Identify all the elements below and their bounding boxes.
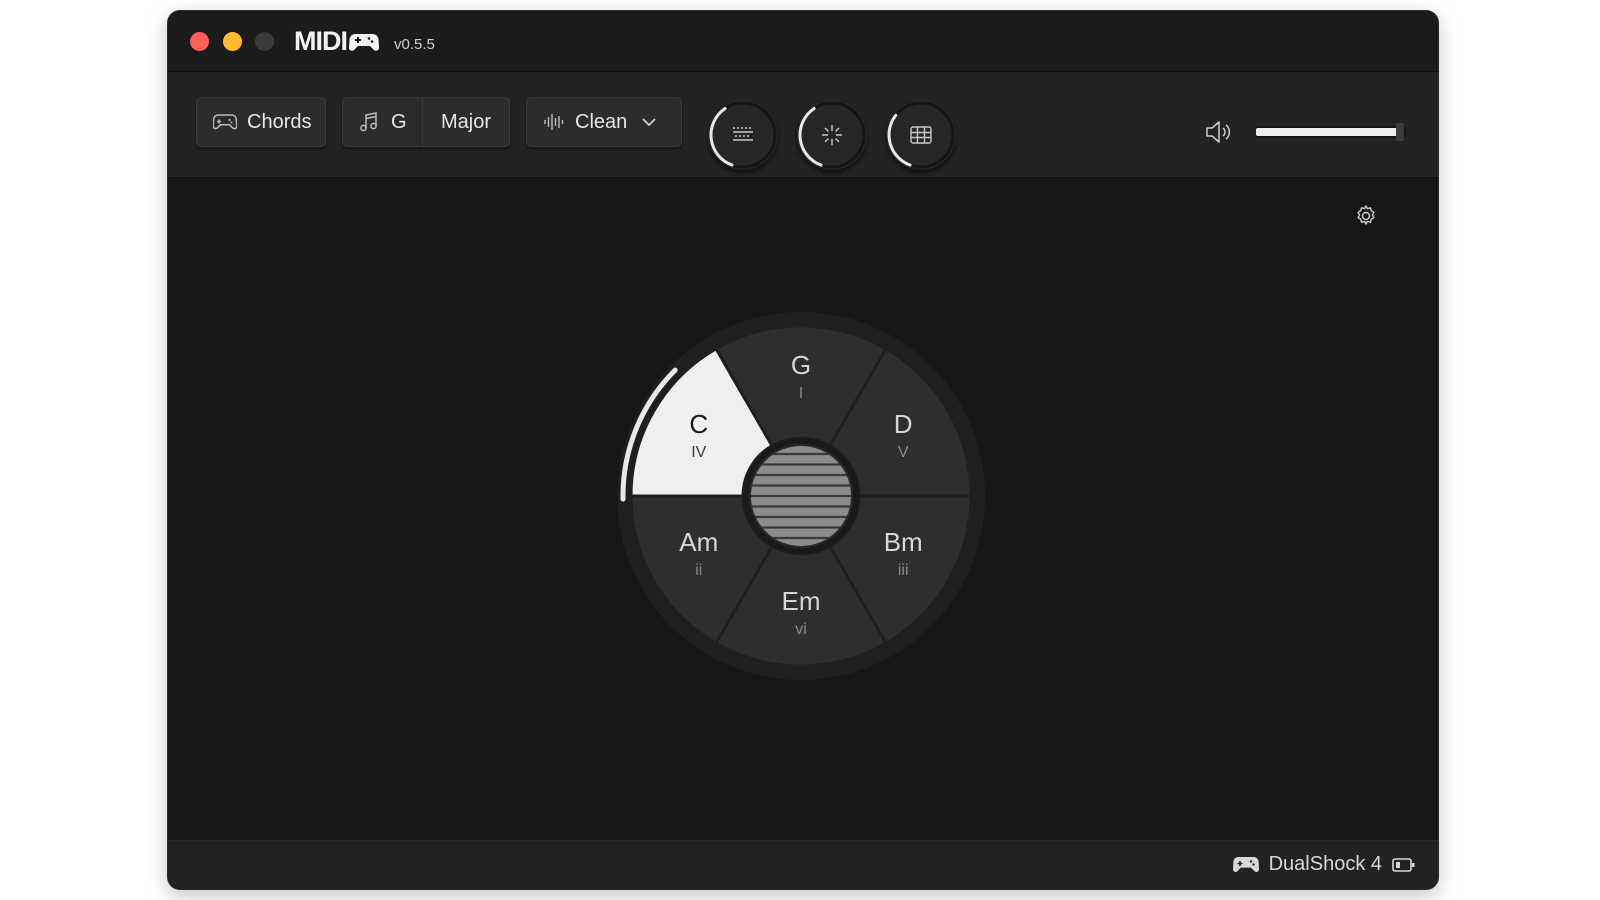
chord-name: Em <box>782 586 821 616</box>
key-button-label: G <box>391 110 407 133</box>
music-note-icon <box>360 112 377 132</box>
maximize-window-button[interactable] <box>255 32 274 51</box>
volume-slider[interactable] <box>1256 123 1406 141</box>
chord-name: D <box>894 409 913 439</box>
chord-name: C <box>689 409 708 439</box>
app-title: MIDI <box>294 26 379 57</box>
gamepad-icon <box>213 114 237 130</box>
waveform-icon <box>544 114 564 130</box>
chord-name: Am <box>679 527 718 557</box>
grid-knob[interactable] <box>886 100 956 170</box>
mode-button-label: Chords <box>247 110 312 133</box>
chord-numeral: ii <box>695 562 702 579</box>
keyboard-icon <box>733 127 753 141</box>
version-label: v0.5.5 <box>394 36 435 53</box>
key-button[interactable]: G <box>342 97 422 147</box>
chord-name: G <box>791 350 811 380</box>
chevron-down-icon <box>642 118 656 127</box>
app-window: MIDI v0.5.5 Chords G Major Clean G I D V… <box>168 11 1438 889</box>
volume-slider-fill <box>1256 128 1398 136</box>
keyboard-knob[interactable] <box>708 100 778 170</box>
gamepad-icon <box>1232 856 1259 872</box>
minimize-window-button[interactable] <box>223 32 242 51</box>
chord-wheel: GI DV Bm iii Em vi Am ii C IV <box>617 312 985 680</box>
sparkle-knob[interactable] <box>797 100 867 170</box>
app-name: MIDI <box>294 26 348 56</box>
status-bar: DualShock 4 <box>168 840 1438 889</box>
speaker-icon[interactable] <box>1204 120 1232 144</box>
volume-slider-thumb[interactable] <box>1395 123 1404 141</box>
controller-name: DualShock 4 <box>1268 853 1382 875</box>
battery-icon <box>1392 857 1415 872</box>
chord-numeral: V <box>898 444 909 461</box>
sound-dropdown-label: Clean <box>575 110 628 133</box>
controller-status: DualShock 4 <box>1232 853 1416 876</box>
grid-icon <box>910 126 932 144</box>
center-grille[interactable] <box>743 438 859 554</box>
scale-button[interactable]: Major <box>422 97 510 147</box>
chord-numeral: IV <box>691 444 706 461</box>
chord-name: Bm <box>884 527 923 557</box>
chord-numeral: vi <box>795 621 807 638</box>
gamepad-logo-icon <box>349 33 379 51</box>
chord-numeral: iii <box>898 562 909 579</box>
chord-numeral: I <box>799 385 803 402</box>
sound-dropdown[interactable]: Clean <box>526 97 682 147</box>
close-window-button[interactable] <box>190 32 209 51</box>
sparkle-icon <box>822 125 842 145</box>
scale-button-label: Major <box>440 110 491 133</box>
title-bar: MIDI v0.5.5 <box>168 11 1438 72</box>
toolbar: Chords G Major Clean <box>168 72 1438 178</box>
gear-icon[interactable] <box>1354 204 1378 228</box>
mode-button[interactable]: Chords <box>196 97 326 147</box>
